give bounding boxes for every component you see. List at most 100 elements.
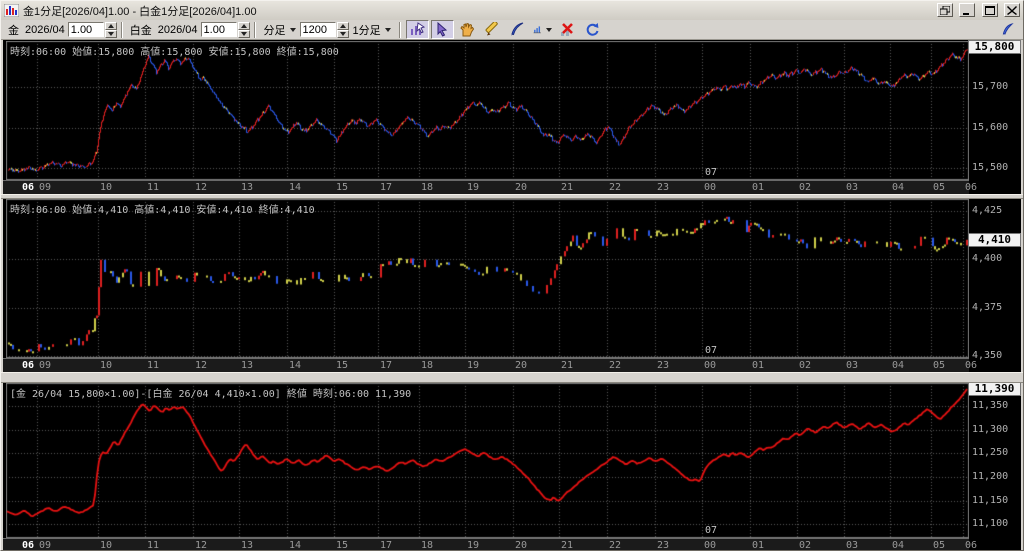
time-tick-label: 23	[657, 360, 670, 371]
time-tick-label: 15	[336, 540, 349, 551]
chart-cursor-tool-button[interactable]	[405, 20, 429, 39]
pencil-tool-button[interactable]	[481, 20, 504, 39]
chevron-down-icon	[545, 27, 552, 32]
price-axis-label: 11,300	[972, 423, 1009, 435]
close-button[interactable]	[1004, 3, 1020, 17]
select-arrow-tool-button[interactable]	[430, 20, 454, 39]
delete-x-icon	[561, 23, 574, 36]
time-tick-label: 10	[100, 360, 113, 371]
price-axis-label: 11,350	[972, 400, 1009, 412]
hand-icon	[460, 22, 475, 37]
maximize-button[interactable]	[981, 3, 998, 17]
time-tick-label: 06	[965, 540, 978, 551]
chart-window: 金1分足[2026/04]1.00 - 白金1分足[2026/04]1.00 金…	[0, 0, 1024, 551]
time-tick-label: 21	[561, 540, 574, 551]
spread-line-chart[interactable]	[6, 383, 969, 538]
time-tick-label: 22	[609, 360, 622, 371]
quill-draw-tool-button[interactable]	[506, 20, 529, 39]
chevron-down-icon	[384, 27, 391, 32]
chart-area: 時刻:06:00 始値:15,800 高値:15,800 安値:15,800 終…	[1, 40, 1023, 551]
toolbar-separator	[120, 21, 123, 38]
price-axis-label: 15,700	[972, 81, 1009, 93]
time-tick-label: 04	[892, 540, 905, 551]
time-tick-label: 04	[892, 182, 905, 193]
time-tick-label: 03	[846, 182, 859, 193]
price-axis-label: 4,375	[972, 301, 1003, 313]
gold-candle-chart[interactable]	[6, 41, 969, 180]
time-tick-label: 13	[241, 360, 254, 371]
bar-count-spinner[interactable]	[336, 21, 349, 38]
time-tick-label: 18	[421, 540, 434, 551]
gold-label: 金	[8, 24, 19, 37]
close-icon	[1007, 5, 1017, 15]
time-tick-label: 14	[289, 182, 302, 193]
platinum-label: 白金	[129, 24, 152, 37]
bar-chart-menu-button[interactable]	[531, 20, 554, 39]
minimize-icon	[963, 12, 970, 15]
panel-separator	[1, 372, 1023, 383]
time-axis: 06 09 10 11 12 13 14 15 17 18 19 20 21 22 23 00 01 02 03 04…	[3, 180, 977, 194]
date-label: 07	[705, 525, 718, 536]
price-axis-label: 15,500	[972, 161, 1009, 173]
time-tick-label: 14	[289, 540, 302, 551]
gold-multiplier-spinner[interactable]	[104, 21, 117, 38]
delete-drawing-button[interactable]	[556, 20, 579, 39]
time-tick-label: 12	[195, 182, 208, 193]
time-tick-label: 05	[933, 540, 946, 551]
time-tick-label: 13	[241, 540, 254, 551]
toolbar-separator	[253, 21, 256, 38]
time-tick-label: 09	[39, 182, 52, 193]
time-tick-label: 15	[336, 182, 349, 193]
cascade-icon	[939, 5, 950, 15]
memo-quill-button[interactable]	[995, 20, 1018, 39]
spinner-down-icon	[339, 31, 346, 36]
current-price-box: 15,800	[968, 40, 1021, 55]
bar-type-dropdown[interactable]: 分足	[261, 21, 299, 38]
time-tick-label: 00	[704, 182, 717, 193]
price-axis-label: 4,400	[972, 253, 1003, 265]
time-tick-label: 14	[289, 360, 302, 371]
time-tick-label: 22	[609, 182, 622, 193]
gold-multiplier-input[interactable]	[67, 22, 104, 37]
interval-dropdown[interactable]: 1分足	[350, 21, 394, 38]
gold-panel-info: 時刻:06:00 始値:15,800 高値:15,800 安値:15,800 終…	[10, 47, 339, 58]
spinner-up-icon	[339, 23, 346, 28]
spinner-down-icon	[240, 31, 247, 36]
refresh-icon	[586, 23, 599, 36]
time-tick-label: 23	[657, 540, 670, 551]
cascade-windows-button[interactable]	[936, 3, 953, 17]
time-tick-label: 01	[752, 182, 765, 193]
time-tick-label: 11	[147, 360, 160, 371]
time-tick-label: 18	[421, 182, 434, 193]
platinum-multiplier-input[interactable]	[200, 22, 237, 37]
hand-pan-tool-button[interactable]	[456, 20, 479, 39]
time-tick-label: 06	[965, 182, 978, 193]
minimize-button[interactable]	[959, 3, 976, 17]
time-tick-label: 20	[515, 360, 528, 371]
time-axis: 06 09 10 11 12 13 14 15 17 18 19 20 21 22 23 00 01 02 03 04…	[3, 538, 977, 551]
interval-label: 1分足	[352, 24, 381, 37]
price-axis-label: 11,100	[972, 518, 1009, 530]
toolbar-separator	[398, 21, 401, 38]
spread-panel-info: [金 26/04 15,800×1.00]-[白金 26/04 4,410×1.…	[10, 389, 412, 400]
platinum-multiplier-spinner[interactable]	[237, 21, 250, 38]
time-tick-label: 02	[799, 182, 812, 193]
time-tick-label: 00	[704, 540, 717, 551]
time-tick-label: 10	[100, 540, 113, 551]
window-title: 金1分足[2026/04]1.00 - 白金1分足[2026/04]1.00	[23, 5, 257, 18]
platinum-candle-chart[interactable]	[6, 199, 969, 358]
time-tick-label: 22	[609, 540, 622, 551]
time-tick-label: 20	[515, 540, 528, 551]
time-tick-label: 12	[195, 540, 208, 551]
time-tick-label: 21	[561, 360, 574, 371]
price-axis-label: 11,150	[972, 494, 1009, 506]
time-tick-label: 15	[336, 360, 349, 371]
time-tick-label: 12	[195, 360, 208, 371]
date-label: 07	[705, 167, 718, 178]
quill-icon	[511, 22, 524, 36]
time-tick-label: 11	[147, 182, 160, 193]
bar-type-label: 分足	[263, 24, 286, 37]
bar-count-input[interactable]	[299, 22, 336, 37]
time-tick-label: 19	[467, 360, 480, 371]
refresh-button[interactable]	[581, 20, 604, 39]
